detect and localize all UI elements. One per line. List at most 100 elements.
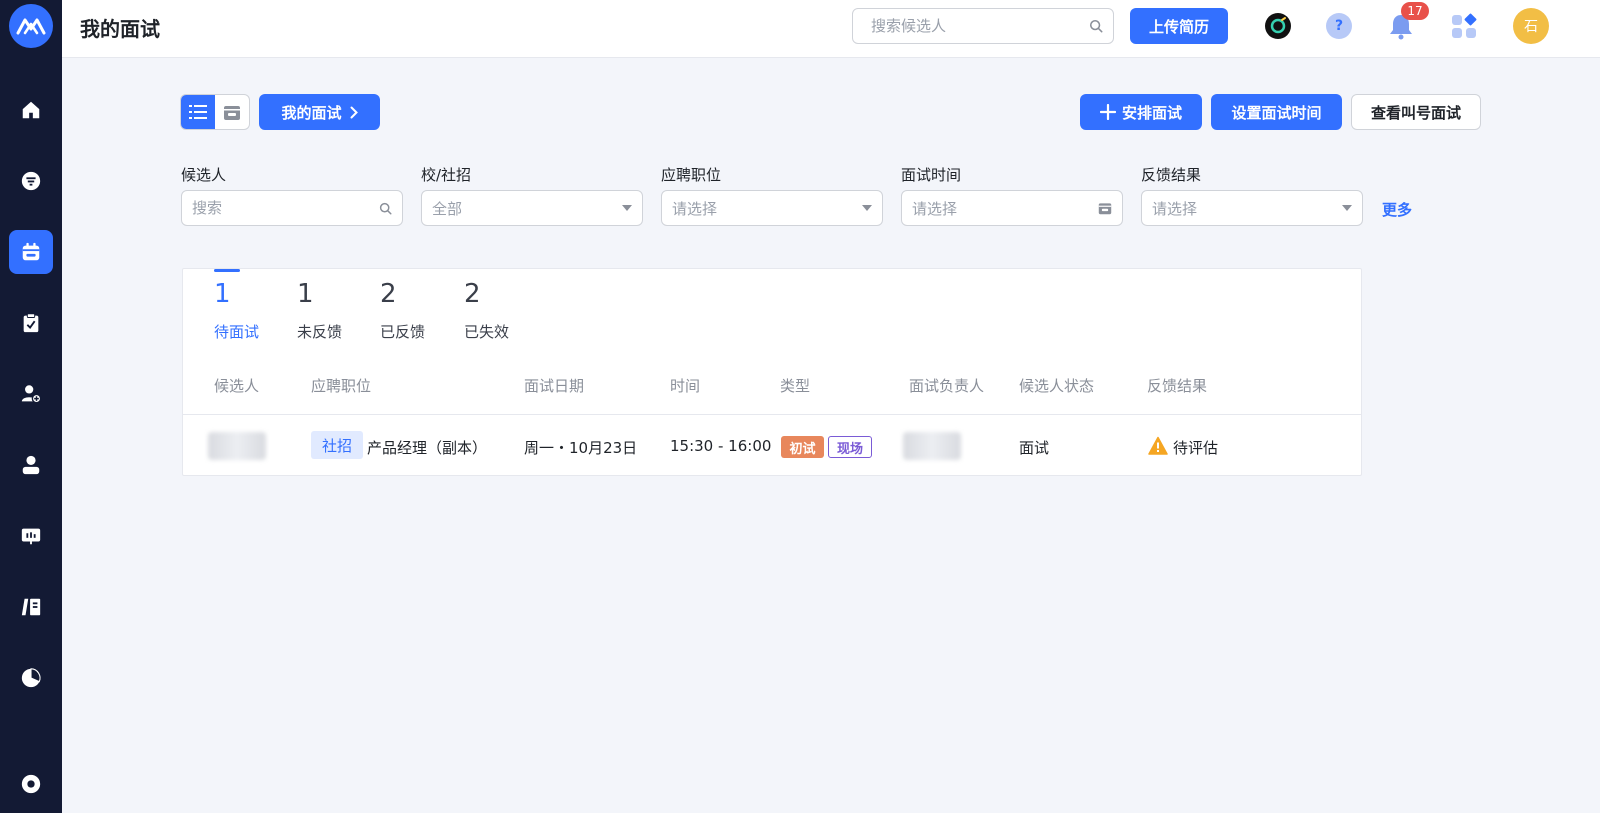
tab-feedback-given-count: 2 — [380, 279, 397, 309]
top-header: 我的面试 上传简历 ? 17 石 — [62, 0, 1600, 58]
calendar-view-icon — [224, 106, 240, 120]
help-glyph: ? — [1334, 18, 1344, 34]
tab-expired-count: 2 — [464, 279, 481, 309]
settings-icon — [21, 774, 41, 794]
row-date: 周一・10月23日 — [524, 439, 638, 457]
column-header-position: 应聘职位 — [311, 377, 372, 395]
ai-assistant-button[interactable] — [1264, 12, 1292, 40]
logo-icon — [16, 18, 46, 35]
notification-badge: 17 — [1401, 2, 1429, 20]
interview-list-card: 1 待面试 1 未反馈 2 已反馈 2 已失效 候选人 应聘职位 面试日期 时间… — [182, 268, 1362, 476]
ai-assistant-icon — [1265, 13, 1291, 39]
calendar-view-button[interactable] — [215, 95, 249, 129]
sidebar-item-filter[interactable] — [9, 159, 53, 203]
type-tag-onsite: 现场 — [828, 436, 872, 458]
filter-recruit-type: 校/社招 全部 — [421, 164, 643, 226]
filter-position-select[interactable]: 请选择 — [661, 190, 883, 226]
sidebar-item-home[interactable] — [9, 88, 53, 132]
upload-resume-button[interactable]: 上传简历 — [1130, 8, 1228, 44]
schedule-interview-label: 安排面试 — [1121, 103, 1182, 122]
filter-candidate-control[interactable] — [181, 190, 403, 226]
notifications-button[interactable]: 17 — [1387, 2, 1429, 40]
interviewer-name-redacted — [903, 432, 961, 460]
schedule-interview-button[interactable]: 安排面试 — [1080, 94, 1202, 130]
user-avatar[interactable]: 石 — [1513, 8, 1549, 44]
tab-pending-count: 1 — [214, 279, 231, 309]
candidate-search-input[interactable] — [871, 17, 1089, 35]
column-header-candidate-status: 候选人状态 — [1019, 377, 1095, 395]
sidebar-item-tasks[interactable] — [9, 301, 53, 345]
view-mode-toggle — [180, 94, 250, 130]
filter-interview-time-picker[interactable]: 请选择 — [901, 190, 1123, 226]
calendar-picker-icon — [1098, 203, 1112, 215]
pie-chart-icon — [21, 668, 41, 688]
filter-feedback-label: 反馈结果 — [1141, 166, 1202, 184]
filter-feedback-placeholder: 请选择 — [1152, 199, 1198, 218]
candidate-search-box[interactable] — [852, 8, 1114, 44]
search-icon — [379, 202, 392, 215]
filter-interview-time-label: 面试时间 — [901, 166, 962, 184]
list-view-button[interactable] — [181, 95, 215, 129]
tab-no-feedback-count: 1 — [297, 279, 314, 309]
caret-down-icon — [1342, 205, 1352, 211]
view-call-interview-button[interactable]: 查看叫号面试 — [1351, 94, 1481, 130]
filter-recruit-type-value: 全部 — [432, 199, 463, 218]
filter-interview-time-placeholder: 请选择 — [912, 199, 958, 218]
clipboard-icon — [23, 313, 39, 333]
filter-position-label: 应聘职位 — [661, 166, 722, 184]
tab-pending-label: 待面试 — [214, 323, 260, 341]
sidebar — [0, 0, 62, 813]
column-header-feedback: 反馈结果 — [1147, 377, 1208, 395]
sidebar-item-library[interactable] — [9, 585, 53, 629]
filter-icon — [21, 171, 41, 191]
search-icon[interactable] — [1089, 19, 1103, 33]
filter-recruit-type-select[interactable]: 全部 — [421, 190, 643, 226]
app-logo[interactable] — [9, 4, 53, 48]
sidebar-item-reports[interactable] — [9, 656, 53, 700]
column-header-date: 面试日期 — [524, 377, 585, 395]
my-interview-label: 我的面试 — [281, 103, 342, 122]
tab-feedback-given-label: 已反馈 — [380, 323, 426, 341]
caret-down-icon — [622, 205, 632, 211]
row-time: 15:30 - 16:00 — [670, 437, 772, 455]
type-tag-first-round: 初试 — [781, 436, 824, 458]
user-icon — [22, 455, 40, 475]
add-user-icon — [21, 385, 42, 404]
sidebar-item-settings[interactable] — [9, 762, 53, 806]
book-icon — [21, 598, 41, 616]
filter-position-placeholder: 请选择 — [672, 199, 718, 218]
caret-down-icon — [862, 205, 872, 211]
tab-no-feedback-label: 未反馈 — [297, 323, 343, 341]
chevron-right-icon — [350, 106, 358, 118]
filter-feedback-select[interactable]: 请选择 — [1141, 190, 1363, 226]
column-header-time: 时间 — [670, 377, 701, 395]
filter-interview-time: 面试时间 请选择 — [901, 164, 1123, 226]
sidebar-item-interviews[interactable] — [9, 230, 53, 274]
sidebar-item-add-candidate[interactable] — [9, 372, 53, 416]
apps-grid-icon — [1452, 13, 1477, 38]
row-position[interactable]: 产品经理（副本） — [367, 437, 487, 458]
presentation-icon — [21, 528, 41, 545]
set-interview-time-button[interactable]: 设置面试时间 — [1211, 94, 1342, 130]
column-header-interviewer: 面试负责人 — [909, 377, 985, 395]
page-title: 我的面试 — [80, 17, 160, 41]
header-divider — [183, 414, 1361, 415]
filter-candidate-input[interactable] — [192, 199, 342, 217]
more-filters-link[interactable]: 更多 — [1382, 199, 1412, 220]
row-feedback[interactable]: 待评估 — [1173, 437, 1218, 458]
row-candidate-status: 面试 — [1019, 439, 1050, 457]
sidebar-item-presentation[interactable] — [9, 514, 53, 558]
filter-candidate: 候选人 — [181, 164, 403, 226]
filter-recruit-type-label: 校/社招 — [421, 166, 472, 184]
sidebar-item-candidates[interactable] — [9, 443, 53, 487]
filter-position: 应聘职位 请选择 — [661, 164, 883, 226]
list-icon — [189, 105, 207, 119]
candidate-name-redacted[interactable] — [208, 432, 266, 460]
help-button[interactable]: ? — [1325, 12, 1353, 40]
plus-icon — [1099, 104, 1116, 120]
column-header-type: 类型 — [780, 377, 811, 395]
recruit-type-tag: 社招 — [311, 431, 363, 459]
my-interview-scope-button[interactable]: 我的面试 — [259, 94, 380, 130]
tab-expired-label: 已失效 — [464, 323, 510, 341]
apps-button[interactable] — [1450, 12, 1478, 40]
